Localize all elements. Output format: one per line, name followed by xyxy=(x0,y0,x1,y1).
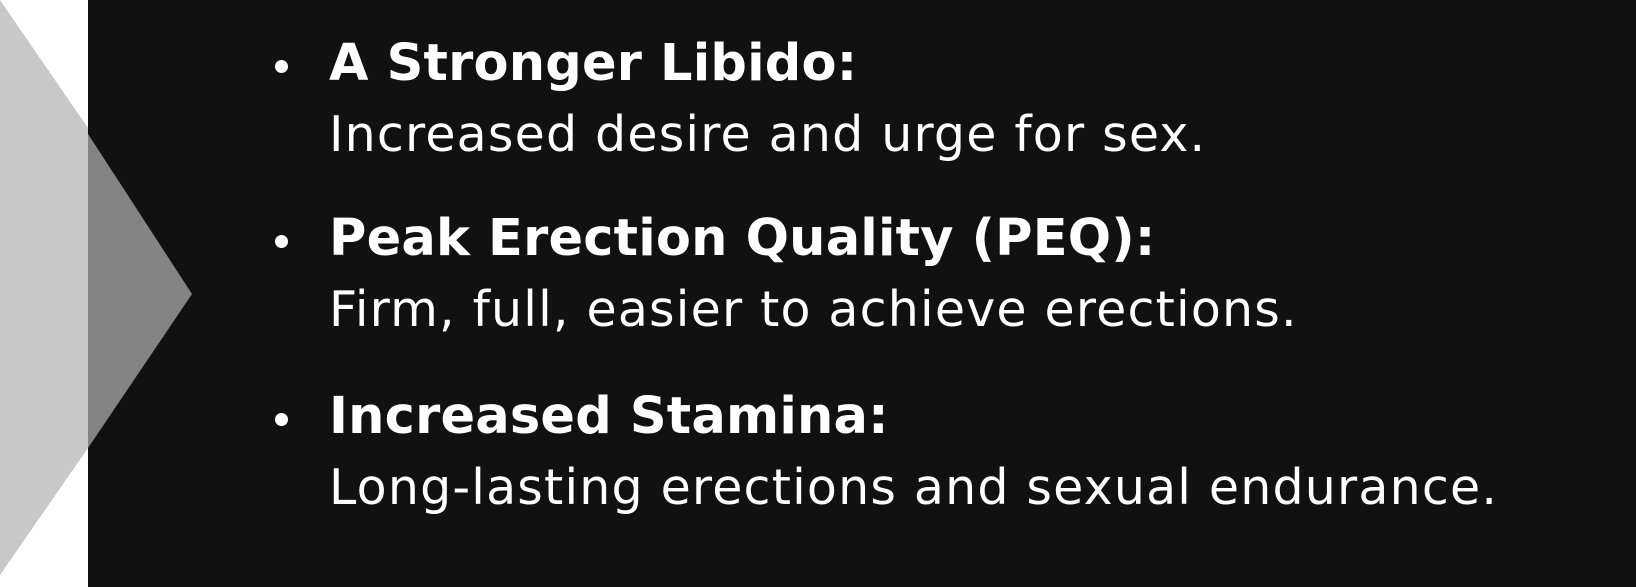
chevron-dark-triangle xyxy=(88,134,192,448)
benefits-list: A Stronger Libido: Increased desire and … xyxy=(275,28,1615,556)
benefit-description: Increased desire and urge for sex. xyxy=(329,106,1207,163)
benefit-description: Firm, full, easier to achieve erections. xyxy=(329,281,1298,338)
benefit-title: A Stronger Libido: xyxy=(329,34,858,93)
benefit-item-peq: Peak Erection Quality (PEQ): Firm, full,… xyxy=(275,203,1615,345)
benefit-description: Long-lasting erections and sexual endura… xyxy=(329,459,1499,516)
chevron-overlap-shape xyxy=(88,134,192,448)
bullet-icon xyxy=(275,235,288,248)
benefit-item-stamina: Increased Stamina: Long-lasting erection… xyxy=(275,381,1615,523)
benefit-item-libido: A Stronger Libido: Increased desire and … xyxy=(275,28,1615,170)
benefit-title: Peak Erection Quality (PEQ): xyxy=(329,209,1156,268)
bullet-icon xyxy=(275,413,288,426)
benefit-title: Increased Stamina: xyxy=(329,387,889,446)
bullet-icon xyxy=(275,60,288,73)
infographic-canvas: A Stronger Libido: Increased desire and … xyxy=(0,0,1636,587)
